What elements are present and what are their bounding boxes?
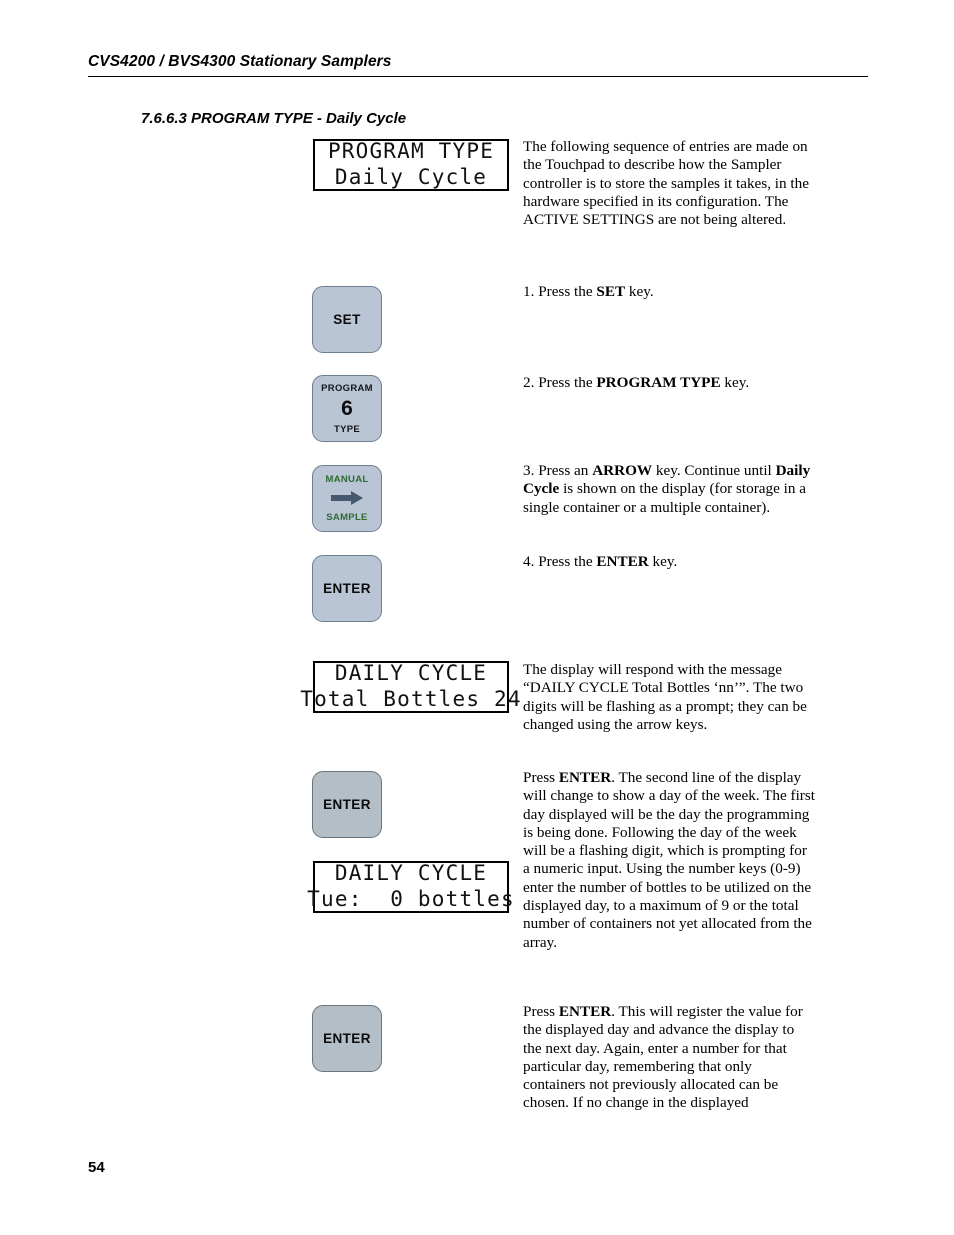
program-type-key-top-label: PROGRAM (321, 382, 373, 394)
enter-2-keyname: ENTER (558, 769, 612, 786)
program-type-key-bottom-label: TYPE (333, 423, 360, 435)
step-4-pre: 4. Press the (523, 553, 597, 570)
step-4-post: key. (648, 553, 678, 570)
step-3-paragraph: 3. Press an ARROW key. Continue until Da… (523, 462, 811, 517)
step-3-mid: key. Continue until (652, 462, 776, 479)
display-response-paragraph: The display will respond with the messag… (523, 661, 807, 733)
right-arrow-icon (331, 491, 363, 505)
step-4-paragraph: 4. Press the ENTER key. (523, 553, 811, 571)
header-rule (88, 76, 868, 77)
step-3-pre: 3. Press an (523, 462, 593, 479)
page-number: 54 (88, 1159, 105, 1176)
lcd-line-1: DAILY CYCLE (334, 861, 488, 885)
lcd-line-2: Daily Cycle (334, 165, 488, 189)
step-1-keyname: SET (596, 283, 626, 300)
enter-step-paragraph-2: Press ENTER. This will register the valu… (523, 1003, 815, 1113)
daily-cycle-total-bottles-display: DAILY CYCLE Total Bottles 24 (300, 661, 521, 713)
running-title: CVS4200 / BVS4300 Stationary Samplers (88, 53, 392, 70)
manual-sample-key-bottom-label: SAMPLE (326, 512, 368, 523)
step-2-paragraph: 2. Press the PROGRAM TYPE key. (523, 374, 811, 392)
document-page: CVS4200 / BVS4300 Stationary Samplers 7.… (0, 0, 954, 1235)
intro-paragraph: The following sequence of entries are ma… (523, 138, 809, 229)
document-header: CVS4200 / BVS4300 Stationary Samplers (88, 53, 868, 77)
enter-3-keyname: ENTER (558, 1003, 612, 1020)
lcd-line-1: DAILY CYCLE (334, 661, 488, 685)
program-type-key-digit: 6 (341, 396, 353, 420)
program-type-key[interactable]: PROGRAM 6 TYPE (312, 375, 382, 442)
enter-2-post: . The second line of the display will ch… (523, 769, 815, 951)
manual-sample-key-top-label: MANUAL (325, 474, 369, 485)
step-1-pre: 1. Press the (523, 283, 597, 300)
step-2-keyname: PROGRAM TYPE (596, 374, 721, 391)
step-4-keyname: ENTER (596, 553, 649, 570)
lcd-line-2: Tue: 0 bottles (307, 887, 515, 911)
enter-key-3[interactable]: ENTER (312, 1005, 382, 1072)
manual-sample-arrow-key[interactable]: MANUAL SAMPLE (312, 465, 382, 532)
program-type-display: PROGRAM TYPE Daily Cycle (313, 139, 509, 191)
enter-key-3-label: ENTER (323, 1031, 371, 1046)
set-key-label: SET (333, 312, 361, 327)
step-3-keyname: ARROW (592, 462, 653, 479)
section-heading: 7.6.6.3 PROGRAM TYPE - Daily Cycle (141, 110, 407, 127)
enter-2-pre: Press (523, 769, 559, 786)
step-1-post: key. (625, 283, 654, 300)
enter-3-pre: Press (523, 1003, 559, 1020)
enter-key-1-label: ENTER (323, 581, 371, 596)
step-1-paragraph: 1. Press the SET key. (523, 283, 811, 301)
enter-key-1[interactable]: ENTER (312, 555, 382, 622)
step-2-pre: 2. Press the (523, 374, 597, 391)
enter-key-2-label: ENTER (323, 797, 371, 812)
set-key[interactable]: SET (312, 286, 382, 353)
lcd-line-1: PROGRAM TYPE (327, 139, 495, 163)
enter-key-2[interactable]: ENTER (312, 771, 382, 838)
daily-cycle-day-bottles-display: DAILY CYCLE Tue: 0 bottles (307, 861, 514, 913)
enter-step-paragraph-1: Press ENTER. The second line of the disp… (523, 769, 815, 952)
lcd-line-2: Total Bottles 24 (300, 687, 522, 711)
step-3-post: is shown on the display (for storage in … (523, 480, 807, 516)
step-2-post: key. (720, 374, 750, 391)
